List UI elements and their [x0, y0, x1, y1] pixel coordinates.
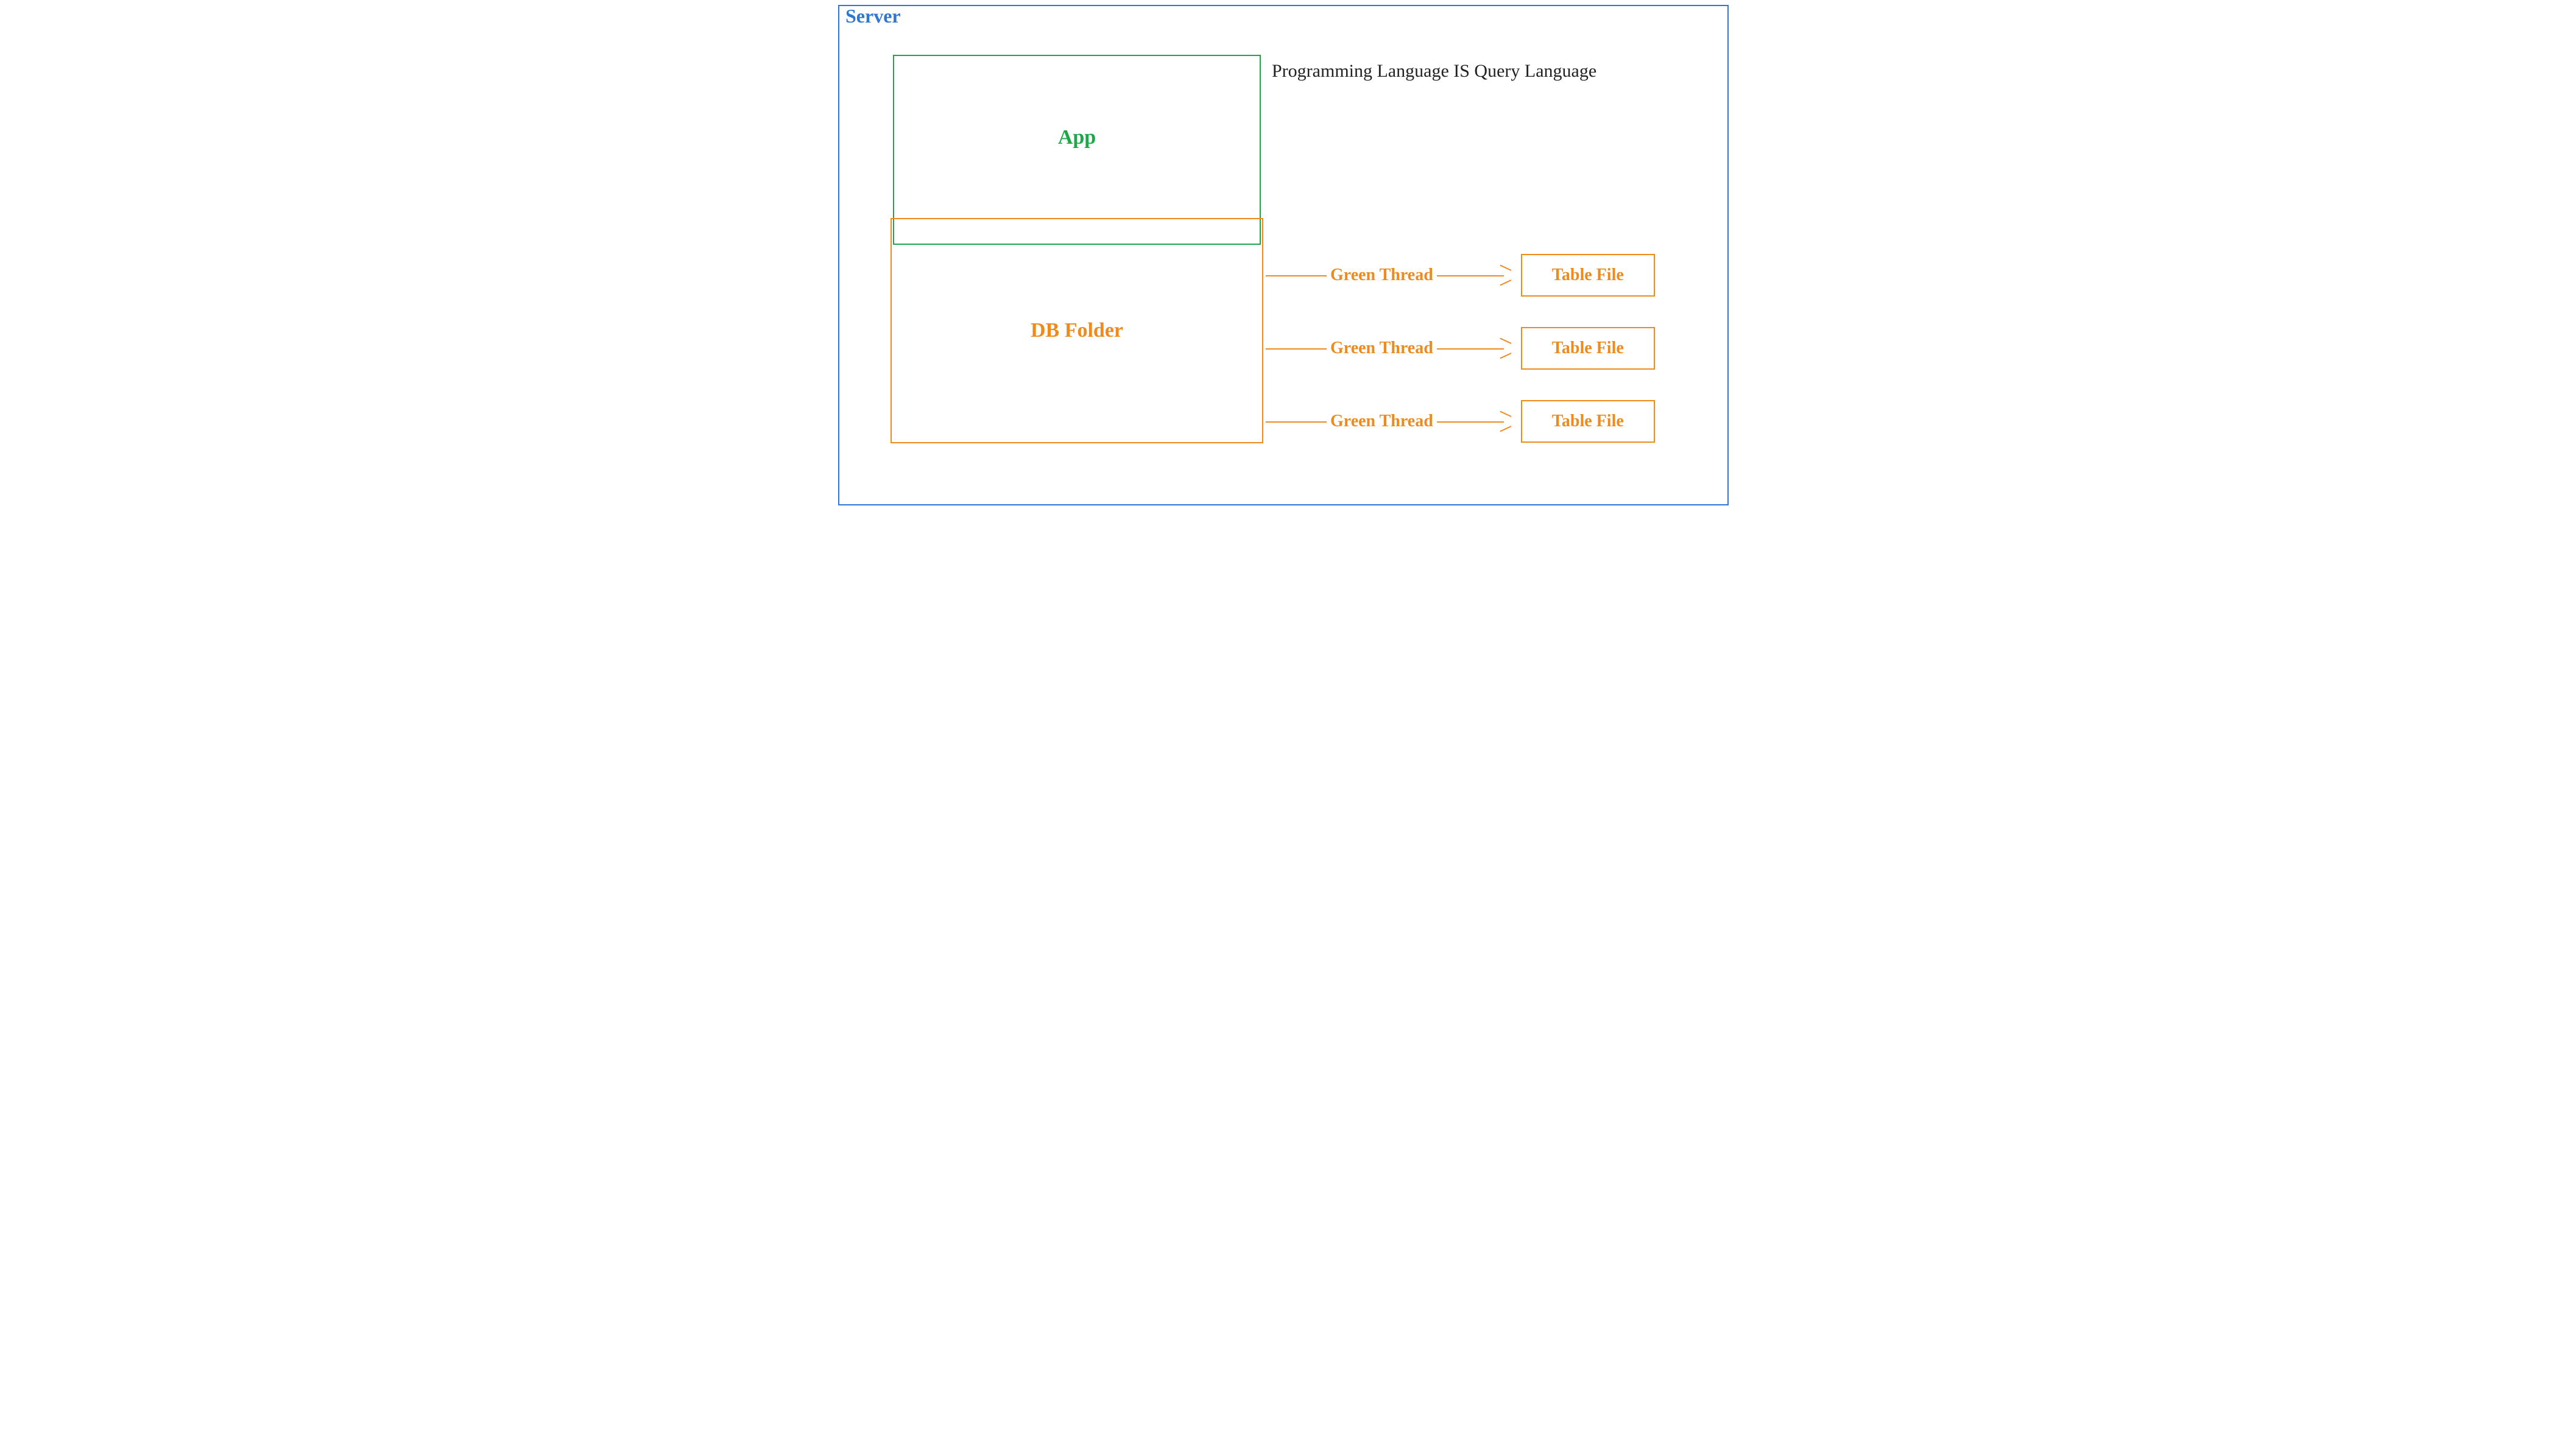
arrow-right-1 — [1437, 348, 1510, 349]
thread-row-0: Green Thread Table File — [1266, 257, 1729, 294]
table-file-box-1: Table File — [1521, 327, 1655, 370]
arrow-left-2 — [1266, 421, 1327, 422]
arrow-head-icon — [1501, 343, 1511, 353]
arrow-head-icon — [1501, 270, 1511, 280]
thread-label-2: Green Thread — [1327, 412, 1437, 431]
thread-label-0: Green Thread — [1327, 266, 1437, 285]
app-box: App — [893, 55, 1261, 245]
table-file-box-0: Table File — [1521, 254, 1655, 297]
table-file-box-2: Table File — [1521, 400, 1655, 443]
arrow-right-2 — [1437, 421, 1510, 422]
app-label: App — [1058, 126, 1096, 149]
tagline-label: Programming Language IS Query Language — [1272, 61, 1716, 82]
arrow-left-1 — [1266, 348, 1327, 349]
arrow-left-0 — [1266, 275, 1327, 276]
diagram-canvas: Server App DB Folder Programming Languag… — [833, 0, 1735, 512]
thread-label-1: Green Thread — [1327, 339, 1437, 358]
db-folder-label: DB Folder — [1031, 319, 1123, 342]
arrow-right-0 — [1437, 275, 1510, 276]
server-label: Server — [845, 5, 901, 27]
thread-row-1: Green Thread Table File — [1266, 330, 1729, 367]
arrow-head-icon — [1501, 417, 1511, 426]
thread-row-2: Green Thread Table File — [1266, 403, 1729, 440]
db-folder-box: DB Folder — [891, 218, 1263, 443]
